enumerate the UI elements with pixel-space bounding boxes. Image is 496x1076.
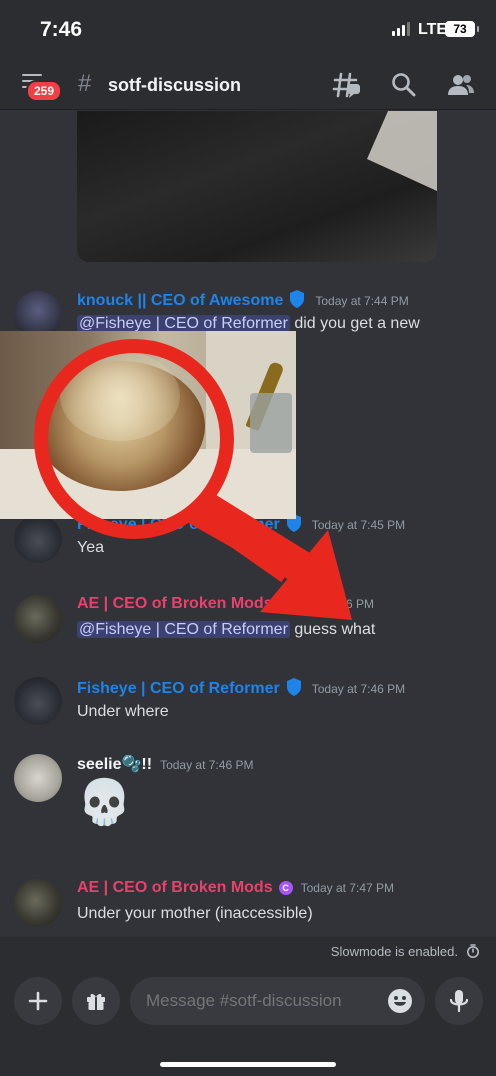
message-input[interactable] [146,991,376,1011]
message-timestamp: Today at 7:44 PM [315,294,409,308]
avatar[interactable] [14,595,62,643]
message-header: seelie🫧!! Today at 7:46 PM [77,754,253,774]
message-author[interactable]: knouck || CEO of Awesome [77,292,283,309]
avatar[interactable] [14,515,62,563]
message-list[interactable]: knouck || CEO of Awesome Today at 7:44 PM… [0,111,496,937]
gift-icon [87,993,105,1010]
channel-header: 259 # sotf-discussion [0,60,496,110]
message-header: Fisheye | CEO of Reformer Today at 7:46 P… [77,677,405,698]
search-icon[interactable] [389,70,419,100]
avatar[interactable] [14,677,62,725]
message-timestamp: Today at 7:47 PM [300,881,394,895]
slowmode-bar: Slowmode is enabled. [0,937,496,967]
meme-photo-overlay [0,331,296,519]
message-text: guess what [289,621,376,638]
message-content: @Fisheye | CEO of Reformer guess what [77,621,375,639]
network-label: LTE [418,21,448,38]
status-bar: 7:46 LTE 73 [0,0,496,60]
message-header: AE | CEO of Broken Mods Today at 7:46 PM [77,595,374,613]
timer-icon [467,944,479,958]
message-author[interactable]: seelie🫧!! [77,756,152,773]
message-timestamp: Today at 7:46 PM [160,758,254,772]
mention[interactable]: @Fisheye | CEO of Reformer [77,315,290,332]
notification-badge: 259 [26,80,63,102]
emoji-icon[interactable] [387,988,413,1014]
image-attachment[interactable] [77,111,437,262]
message-timestamp: Today at 7:45 PM [311,518,406,532]
battery-icon: 73 [445,21,479,37]
message-author[interactable]: AE | CEO of Broken Mods [77,879,273,896]
avatar[interactable] [14,879,62,927]
message-text: did you get a new [289,315,420,332]
mention[interactable]: @Fisheye | CEO of Reformer [77,621,290,638]
channel-hash-icon: # [78,70,92,97]
message-composer [0,967,496,1076]
message-header: knouck || CEO of Awesome Today at 7:44 PM [77,289,409,310]
voice-message-button[interactable] [435,977,483,1025]
message-author[interactable]: Fisheye | CEO of Reformer [77,680,280,697]
gift-button[interactable] [72,977,120,1025]
message-text: Under where [77,703,169,720]
message-header: AE | CEO of Broken Mods C Today at 7:47 PM [77,879,394,897]
verified-icon [290,290,305,308]
skull-emoji: 💀 [77,778,132,827]
message-timestamp: Today at 7:46 PM [280,597,374,611]
threads-icon[interactable] [332,70,362,100]
add-attachment-button[interactable] [14,977,62,1025]
message-timestamp: Today at 7:46 PM [311,682,406,696]
slowmode-text: Slowmode is enabled. [330,944,458,959]
message-text: Under your mother (inaccessible) [77,905,313,922]
mic-icon [449,990,469,1013]
status-time: 7:46 [40,18,83,41]
server-boost-icon: C [278,881,293,895]
plus-icon [28,991,48,1011]
verified-icon [286,678,301,696]
message-author[interactable]: AE | CEO of Broken Mods [77,595,273,612]
message-input-box[interactable] [130,977,425,1025]
avatar[interactable] [14,754,62,802]
members-icon[interactable] [446,70,476,100]
signal-icon [392,22,410,36]
channel-title[interactable]: sotf-discussion [108,75,241,96]
message-text: Yea [77,539,104,556]
home-indicator [160,1062,336,1067]
